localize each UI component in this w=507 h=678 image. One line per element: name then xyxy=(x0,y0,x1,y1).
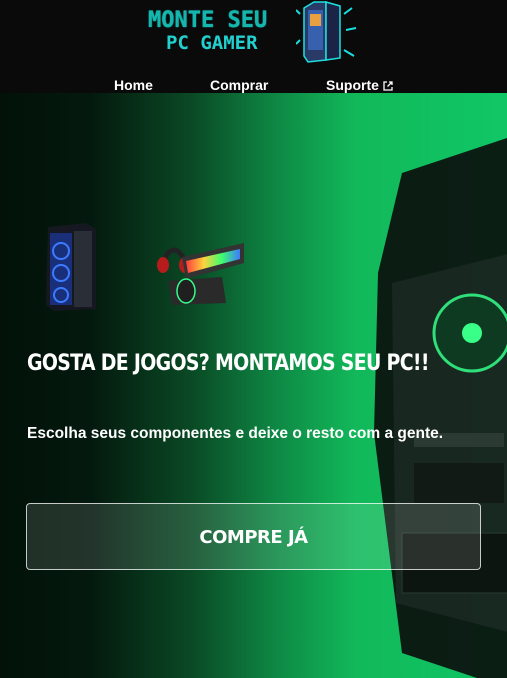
nav-suporte[interactable]: Suporte xyxy=(326,77,393,93)
pc-case-side-panel-image xyxy=(374,138,507,678)
external-link-icon xyxy=(383,81,393,91)
compre-ja-button[interactable]: COMPRE JÁ xyxy=(26,503,481,570)
hero-subtext: Escolha seus componentes e deixe o resto… xyxy=(27,425,444,442)
hero-banner: GOSTA DE JOGOS? MONTAMOS SEU PC!! Escolh… xyxy=(0,93,507,678)
logo-title-line2: PC GAMER xyxy=(166,32,258,54)
nav-comprar[interactable]: Comprar xyxy=(210,77,268,93)
main-nav: Home Comprar Suporte xyxy=(0,77,507,93)
nav-home[interactable]: Home xyxy=(114,77,153,93)
compre-ja-label: COMPRE JÁ xyxy=(199,527,308,548)
logo-title-line1: MONTE SEU xyxy=(148,8,268,33)
nav-suporte-label: Suporte xyxy=(326,77,379,93)
gaming-tower-image xyxy=(46,223,96,311)
site-header: MONTE SEU PC GAMER Home Comprar Suporte xyxy=(0,0,507,93)
gamer-pc-logo-icon xyxy=(296,1,357,63)
hero-headline: GOSTA DE JOGOS? MONTAMOS SEU PC!! xyxy=(27,351,429,376)
keyboard-headset-mouse-image xyxy=(157,243,244,305)
site-logo[interactable]: MONTE SEU PC GAMER xyxy=(146,1,366,68)
